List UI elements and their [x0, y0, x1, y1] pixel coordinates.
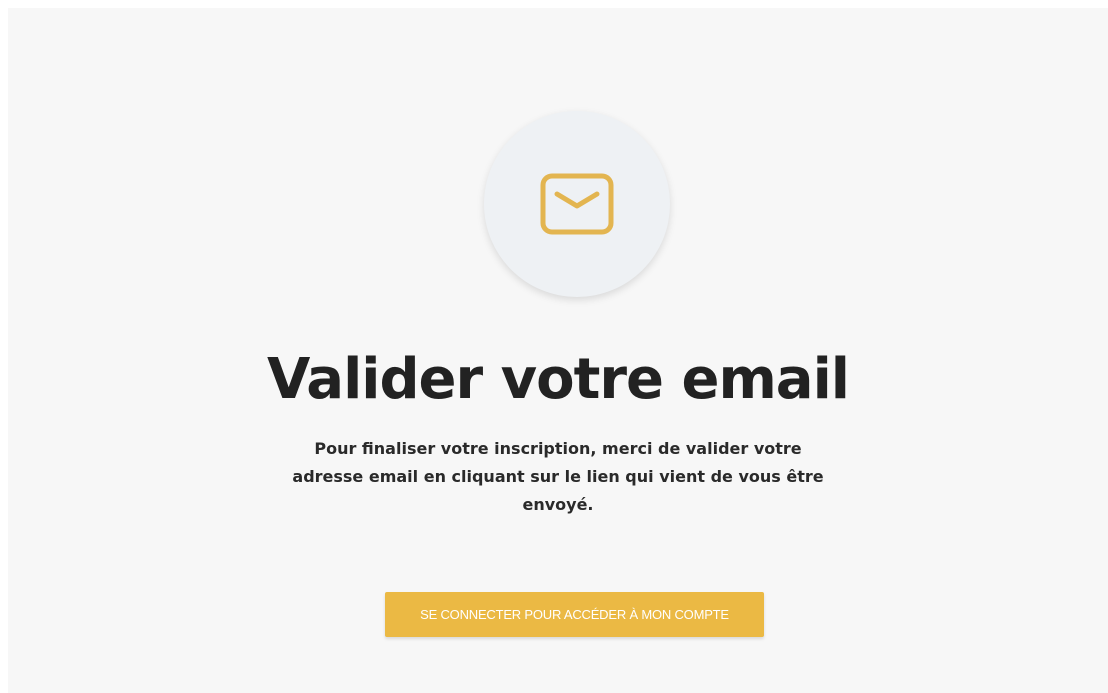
page-title: Valider votre email [267, 347, 850, 412]
instruction-text: Pour finaliser votre inscription, merci … [292, 439, 824, 514]
envelope-icon [540, 173, 614, 235]
login-button[interactable]: SE CONNECTER POUR ACCÉDER À MON COMPTE [385, 592, 764, 637]
icon-circle [484, 111, 670, 297]
email-verification-page: Valider votre email Pour finaliser votre… [8, 8, 1108, 693]
